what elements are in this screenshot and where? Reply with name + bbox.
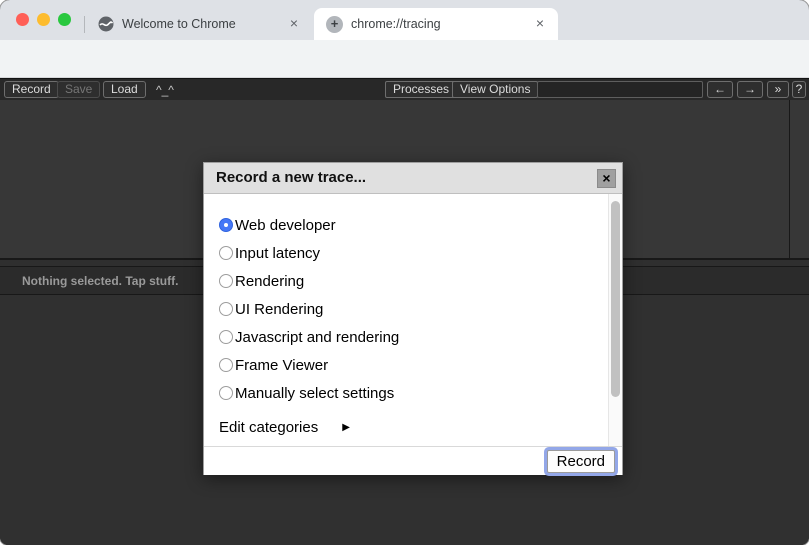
record-button[interactable]: Record	[4, 81, 59, 98]
tab-close-icon[interactable]: ×	[530, 14, 550, 34]
welcome-globe-icon	[98, 16, 114, 32]
radio-label: Web developer	[235, 217, 336, 234]
dialog-body: Web developer Input latency Rendering UI…	[204, 194, 622, 446]
radio-option-input-latency[interactable]: Input latency	[219, 239, 399, 267]
load-button[interactable]: Load	[103, 81, 146, 98]
processes-button[interactable]: Processes	[385, 81, 457, 98]
expand-arrow-icon[interactable]: ▶	[342, 422, 350, 433]
save-button: Save	[57, 81, 100, 98]
radio-icon[interactable]	[219, 302, 233, 316]
tab-chrome-tracing[interactable]: + chrome://tracing ×	[314, 8, 558, 40]
browser-window: Welcome to Chrome × + chrome://tracing ×…	[0, 0, 809, 545]
tab-title: Welcome to Chrome	[122, 17, 284, 31]
scrollbar-thumb[interactable]	[611, 201, 620, 397]
radio-icon[interactable]	[219, 330, 233, 344]
radio-icon[interactable]	[219, 274, 233, 288]
radio-option-web-developer[interactable]: Web developer	[219, 211, 399, 239]
minimize-window-button[interactable]	[37, 13, 50, 26]
maximize-window-button[interactable]	[58, 13, 71, 26]
edit-categories-label[interactable]: Edit categories	[219, 419, 318, 436]
radio-label: Frame Viewer	[235, 357, 328, 374]
radio-option-javascript-and-rendering[interactable]: Javascript and rendering	[219, 323, 399, 351]
tab-welcome-to-chrome[interactable]: Welcome to Chrome ×	[86, 8, 312, 40]
status-text: Nothing selected. Tap stuff.	[22, 274, 178, 288]
radio-option-rendering[interactable]: Rendering	[219, 267, 399, 295]
dialog-header: Record a new trace... ×	[204, 163, 622, 194]
address-bar-row: ← → Chrome chrome:// tracing ☆ ⋮	[0, 40, 809, 78]
tab-title: chrome://tracing	[351, 17, 530, 31]
track-view-right-divider	[789, 100, 790, 258]
close-window-button[interactable]	[16, 13, 29, 26]
tracing-favicon-plus-icon: +	[326, 16, 343, 33]
dialog-close-icon[interactable]: ×	[597, 169, 616, 188]
radio-icon[interactable]	[219, 386, 233, 400]
help-button[interactable]: ?	[792, 81, 806, 98]
radio-icon[interactable]	[219, 246, 233, 260]
dialog-scrollbar[interactable]	[608, 194, 622, 446]
trace-preset-list: Web developer Input latency Rendering UI…	[219, 211, 399, 441]
radio-label: Input latency	[235, 245, 320, 262]
radio-icon[interactable]	[219, 218, 233, 232]
record-trace-dialog: Record a new trace... × Web developer In…	[203, 162, 623, 475]
radio-option-frame-viewer[interactable]: Frame Viewer	[219, 351, 399, 379]
dialog-footer: Record	[204, 446, 622, 475]
radio-label: UI Rendering	[235, 301, 323, 318]
tab-separator	[84, 16, 85, 33]
radio-option-manually-select-settings[interactable]: Manually select settings	[219, 379, 399, 407]
dialog-title: Record a new trace...	[216, 169, 366, 186]
dialog-record-button[interactable]: Record	[547, 450, 615, 473]
radio-label: Javascript and rendering	[235, 329, 399, 346]
tab-strip: Welcome to Chrome × + chrome://tracing ×	[0, 0, 809, 40]
radio-option-ui-rendering[interactable]: UI Rendering	[219, 295, 399, 323]
find-input[interactable]	[537, 81, 703, 98]
radio-icon[interactable]	[219, 358, 233, 372]
tracing-toolbar: Record Save Load ^_^ Processes View Opti…	[0, 78, 809, 100]
find-last-button[interactable]: »	[767, 81, 789, 98]
radio-label: Rendering	[235, 273, 304, 290]
tab-close-icon[interactable]: ×	[284, 14, 304, 34]
radio-label: Manually select settings	[235, 385, 394, 402]
view-options-button[interactable]: View Options	[452, 81, 538, 98]
edit-categories-row[interactable]: Edit categories ▶	[219, 413, 399, 441]
find-next-button[interactable]: →	[737, 81, 763, 98]
find-previous-button[interactable]: ←	[707, 81, 733, 98]
emoticon-label: ^_^	[156, 83, 174, 97]
